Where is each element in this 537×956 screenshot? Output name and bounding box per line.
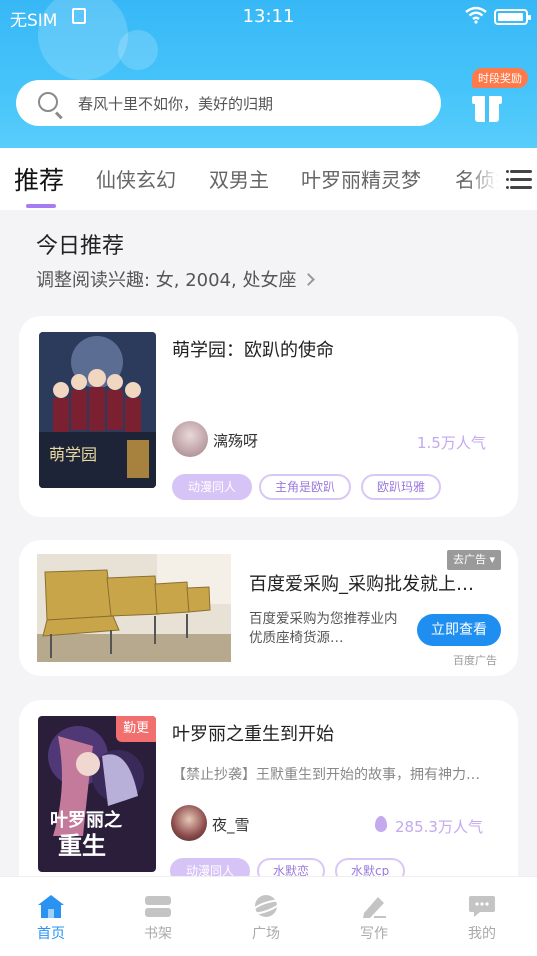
planet-icon — [250, 893, 282, 919]
reading-interest-label: 调整阅读兴趣: 女, 2004, 处女座 — [36, 270, 297, 291]
book-title[interactable]: 萌学园：欧趴的使命 — [172, 336, 334, 362]
tab-recommend[interactable]: 推荐 — [14, 161, 64, 197]
search-icon — [38, 92, 58, 112]
ad-source: 百度广告 — [453, 654, 497, 667]
status-bar: 无SIM 13:11 — [0, 0, 537, 34]
book-card[interactable]: 萌学园 萌学园：欧趴的使命 漓殇呀 1.5万人气 动漫同人 主角是欧趴 欧趴玛雅 — [19, 316, 518, 517]
book-cover[interactable]: 萌学园 — [39, 332, 156, 488]
reading-interest-link[interactable]: 调整阅读兴趣: 女, 2004, 处女座 — [36, 266, 316, 292]
remove-ad-button[interactable]: 去广告 ▾ — [447, 550, 502, 570]
ad-image[interactable] — [37, 554, 231, 662]
nav-mine[interactable]: 我的 — [447, 887, 517, 943]
menu-icon[interactable] — [506, 170, 532, 190]
nav-bookshelf[interactable]: 书架 — [123, 887, 193, 943]
section-title: 今日推荐 — [36, 234, 125, 259]
ad-title[interactable]: 百度爱采购_采购批发就上百度爱采购 — [249, 570, 489, 596]
tag-pill[interactable]: 欧趴玛雅 — [361, 474, 442, 500]
decorative-bubble — [118, 30, 158, 70]
view-now-button[interactable]: 立即查看 — [417, 614, 501, 646]
active-tab-indicator — [26, 204, 56, 208]
tab-xianxia[interactable]: 仙侠玄幻 — [96, 164, 176, 193]
book-description: 【禁止抄袭】王默重生到开始的故事，拥有神力的王默 — [172, 767, 492, 783]
category-tabs: 推荐 仙侠玄幻 双男主 叶罗丽精灵梦 名侦探 — [0, 148, 537, 210]
search-placeholder: 春风十里不如你，美好的归期 — [78, 95, 274, 113]
bottom-nav: 首页 书架 广场 写作 我的 — [0, 876, 537, 956]
cover-illustration: 萌学园 — [39, 332, 156, 488]
pen-icon — [360, 893, 388, 919]
update-badge: 勤更 — [116, 716, 156, 742]
nav-home[interactable]: 首页 — [16, 887, 86, 943]
status-time: 13:11 — [242, 6, 295, 27]
nav-square[interactable]: 广场 — [231, 887, 301, 943]
battery-icon — [494, 9, 531, 25]
author-name[interactable]: 漓殇呀 — [213, 430, 258, 451]
author-avatar[interactable] — [172, 421, 208, 457]
svg-text:重生: 重生 — [58, 832, 106, 860]
remove-ad-label: 去广告 — [453, 553, 486, 566]
book-card[interactable]: 叶罗丽之 重生 勤更 叶罗丽之重生到开始 【禁止抄袭】王默重生到开始的故事，拥有… — [19, 700, 518, 900]
tab-yeluoli[interactable]: 叶罗丽精灵梦 — [301, 164, 421, 193]
search-bar[interactable]: 春风十里不如你，美好的归期 — [16, 80, 441, 126]
chevron-right-icon — [302, 273, 316, 286]
gift-icon — [472, 90, 502, 122]
svg-text:萌学园: 萌学园 — [49, 445, 97, 464]
popularity-count: 285.3万人气 — [395, 818, 483, 836]
tag-pill[interactable]: 主角是欧趴 — [259, 474, 352, 500]
ad-card[interactable]: 去广告 ▾ 百度爱采购_采购批发就上百度爱采购 百度爱采购为您推荐业内优质座椅货… — [19, 540, 518, 676]
book-cover[interactable]: 叶罗丽之 重生 勤更 — [38, 716, 156, 872]
timed-reward-button[interactable]: 时段奖励 — [470, 68, 530, 128]
popularity-count: 1.5万人气 — [417, 434, 486, 452]
ad-description: 百度爱采购为您推荐业内优质座椅货源… — [249, 611, 398, 646]
home-icon — [37, 893, 65, 919]
reward-label: 时段奖励 — [472, 68, 528, 88]
nav-write-label: 写作 — [360, 926, 388, 942]
author-avatar[interactable] — [171, 805, 207, 841]
author-name[interactable]: 夜_雪 — [212, 814, 250, 835]
chairs-illustration — [37, 554, 231, 662]
book-title[interactable]: 叶罗丽之重生到开始 — [172, 720, 334, 746]
svg-text:叶罗丽之: 叶罗丽之 — [50, 809, 122, 831]
nav-square-label: 广场 — [252, 926, 280, 942]
fire-icon — [375, 816, 387, 832]
daily-recommend-section: 今日推荐 调整阅读兴趣: 女, 2004, 处女座 — [0, 210, 537, 292]
nav-write[interactable]: 写作 — [339, 887, 409, 943]
bookshelf-icon — [144, 893, 172, 919]
wifi-icon — [465, 6, 487, 24]
tab-double-male[interactable]: 双男主 — [209, 164, 269, 193]
chat-bubble-icon — [468, 893, 496, 919]
nav-home-label: 首页 — [37, 926, 65, 942]
header: 无SIM 13:11 春风十里不如你，美好的归期 时段奖励 — [0, 0, 537, 148]
nav-bookshelf-label: 书架 — [144, 926, 172, 942]
nav-mine-label: 我的 — [468, 926, 496, 942]
tag-pill[interactable]: 动漫同人 — [172, 474, 253, 500]
